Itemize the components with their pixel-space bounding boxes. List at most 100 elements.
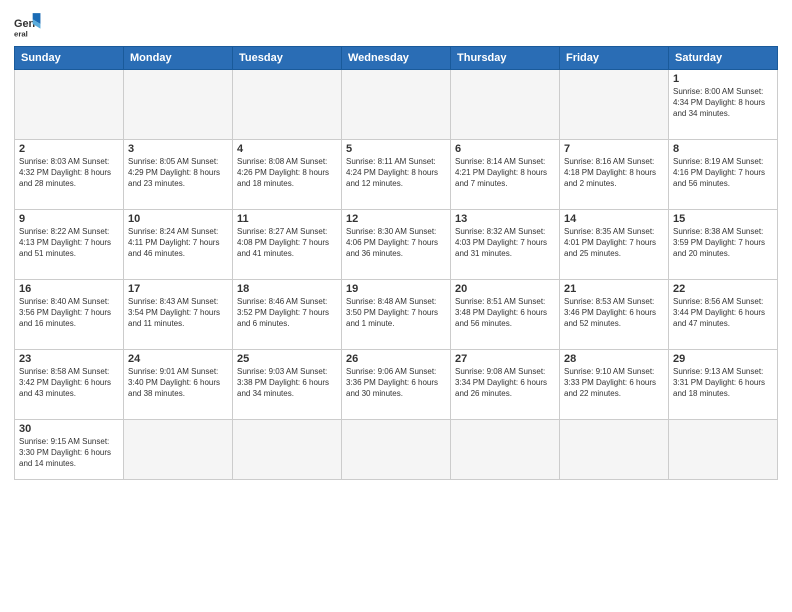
calendar-cell: 3 Sunrise: 8:05 AM Sunset: 4:29 PM Daylig… — [124, 140, 233, 210]
calendar-cell: 25Sunrise: 9:03 AM Sunset: 3:38 PM Dayli… — [233, 350, 342, 420]
col-header-thursday: Thursday — [451, 47, 560, 70]
calendar-cell: 24Sunrise: 9:01 AM Sunset: 3:40 PM Dayli… — [124, 350, 233, 420]
day-number: 18 — [237, 283, 337, 295]
calendar-cell: 20Sunrise: 8:51 AM Sunset: 3:48 PM Dayli… — [451, 280, 560, 350]
day-number: 12 — [346, 213, 446, 225]
calendar-table: SundayMondayTuesdayWednesdayThursdayFrid… — [14, 46, 778, 480]
header: Gen eral — [14, 10, 778, 38]
day-number: 5 — [346, 143, 446, 155]
day-number: 13 — [455, 213, 555, 225]
day-info: Sunrise: 8:03 AM Sunset: 4:32 PM Dayligh… — [19, 157, 119, 189]
calendar-cell: 28 Sunrise: 9:10 AM Sunset: 3:33 PM Dayli… — [560, 350, 669, 420]
calendar-cell: 15 Sunrise: 8:38 AM Sunset: 3:59 PM Dayli… — [669, 210, 778, 280]
calendar-cell: 1 Sunrise: 8:00 AM Sunset: 4:34 PM Daylig… — [669, 70, 778, 140]
calendar-week-row: 9 Sunrise: 8:22 AM Sunset: 4:13 PM Daylig… — [15, 210, 778, 280]
calendar-cell: 18Sunrise: 8:46 AM Sunset: 3:52 PM Dayli… — [233, 280, 342, 350]
day-number: 22 — [673, 283, 773, 295]
calendar-week-row: 1 Sunrise: 8:00 AM Sunset: 4:34 PM Daylig… — [15, 70, 778, 140]
logo-icon: Gen eral — [14, 10, 42, 38]
day-info: Sunrise: 8:19 AM Sunset: 4:16 PM Dayligh… — [673, 157, 773, 189]
day-info: Sunrise: 8:48 AM Sunset: 3:50 PM Dayligh… — [346, 297, 446, 329]
calendar-week-row: 16 Sunrise: 8:40 AM Sunset: 3:56 PM Dayli… — [15, 280, 778, 350]
calendar-cell — [560, 420, 669, 480]
logo: Gen eral — [14, 10, 46, 38]
day-number: 16 — [19, 283, 119, 295]
svg-text:eral: eral — [14, 29, 28, 38]
col-header-saturday: Saturday — [669, 47, 778, 70]
day-number: 2 — [19, 143, 119, 155]
calendar-cell: 22Sunrise: 8:56 AM Sunset: 3:44 PM Dayli… — [669, 280, 778, 350]
calendar-cell — [342, 420, 451, 480]
day-number: 24 — [128, 353, 228, 365]
calendar-cell: 9 Sunrise: 8:22 AM Sunset: 4:13 PM Daylig… — [15, 210, 124, 280]
calendar-cell — [15, 70, 124, 140]
calendar-cell: 16 Sunrise: 8:40 AM Sunset: 3:56 PM Dayli… — [15, 280, 124, 350]
day-info: Sunrise: 9:13 AM Sunset: 3:31 PM Dayligh… — [673, 367, 773, 399]
day-info: Sunrise: 8:05 AM Sunset: 4:29 PM Dayligh… — [128, 157, 228, 189]
col-header-sunday: Sunday — [15, 47, 124, 70]
day-number: 26 — [346, 353, 446, 365]
calendar-cell: 12 Sunrise: 8:30 AM Sunset: 4:06 PM Dayli… — [342, 210, 451, 280]
day-info: Sunrise: 8:14 AM Sunset: 4:21 PM Dayligh… — [455, 157, 555, 189]
day-number: 7 — [564, 143, 664, 155]
day-info: Sunrise: 8:38 AM Sunset: 3:59 PM Dayligh… — [673, 227, 773, 259]
day-number: 15 — [673, 213, 773, 225]
day-number: 28 — [564, 353, 664, 365]
calendar-cell: 11 Sunrise: 8:27 AM Sunset: 4:08 PM Dayli… — [233, 210, 342, 280]
calendar-cell: 26 Sunrise: 9:06 AM Sunset: 3:36 PM Dayli… — [342, 350, 451, 420]
calendar-cell — [124, 70, 233, 140]
day-number: 19 — [346, 283, 446, 295]
day-number: 10 — [128, 213, 228, 225]
day-number: 27 — [455, 353, 555, 365]
day-info: Sunrise: 8:58 AM Sunset: 3:42 PM Dayligh… — [19, 367, 119, 399]
day-number: 9 — [19, 213, 119, 225]
calendar-cell: 2 Sunrise: 8:03 AM Sunset: 4:32 PM Daylig… — [15, 140, 124, 210]
day-info: Sunrise: 9:10 AM Sunset: 3:33 PM Dayligh… — [564, 367, 664, 399]
day-number: 23 — [19, 353, 119, 365]
calendar-cell: 30Sunrise: 9:15 AM Sunset: 3:30 PM Dayli… — [15, 420, 124, 480]
day-number: 6 — [455, 143, 555, 155]
calendar-week-row: 2 Sunrise: 8:03 AM Sunset: 4:32 PM Daylig… — [15, 140, 778, 210]
calendar-cell — [233, 420, 342, 480]
calendar-cell: 14 Sunrise: 8:35 AM Sunset: 4:01 PM Dayli… — [560, 210, 669, 280]
day-number: 11 — [237, 213, 337, 225]
calendar-cell: 10 Sunrise: 8:24 AM Sunset: 4:11 PM Dayli… — [124, 210, 233, 280]
day-info: Sunrise: 8:40 AM Sunset: 3:56 PM Dayligh… — [19, 297, 119, 329]
svg-text:Gen: Gen — [14, 18, 35, 30]
day-info: Sunrise: 8:43 AM Sunset: 3:54 PM Dayligh… — [128, 297, 228, 329]
col-header-wednesday: Wednesday — [342, 47, 451, 70]
day-info: Sunrise: 8:22 AM Sunset: 4:13 PM Dayligh… — [19, 227, 119, 259]
day-number: 8 — [673, 143, 773, 155]
day-info: Sunrise: 8:27 AM Sunset: 4:08 PM Dayligh… — [237, 227, 337, 259]
calendar-cell: 13Sunrise: 8:32 AM Sunset: 4:03 PM Dayli… — [451, 210, 560, 280]
calendar-cell — [669, 420, 778, 480]
calendar-week-row: 30Sunrise: 9:15 AM Sunset: 3:30 PM Dayli… — [15, 420, 778, 480]
day-number: 29 — [673, 353, 773, 365]
day-info: Sunrise: 8:11 AM Sunset: 4:24 PM Dayligh… — [346, 157, 446, 189]
day-number: 1 — [673, 73, 773, 85]
day-info: Sunrise: 8:35 AM Sunset: 4:01 PM Dayligh… — [564, 227, 664, 259]
calendar-week-row: 23 Sunrise: 8:58 AM Sunset: 3:42 PM Dayli… — [15, 350, 778, 420]
calendar-header-row: SundayMondayTuesdayWednesdayThursdayFrid… — [15, 47, 778, 70]
page: Gen eral SundayMondayTuesdayWednesdayThu… — [0, 0, 792, 612]
day-info: Sunrise: 8:24 AM Sunset: 4:11 PM Dayligh… — [128, 227, 228, 259]
calendar-cell: 29 Sunrise: 9:13 AM Sunset: 3:31 PM Dayli… — [669, 350, 778, 420]
calendar-cell: 7Sunrise: 8:16 AM Sunset: 4:18 PM Daylig… — [560, 140, 669, 210]
calendar-cell: 17 Sunrise: 8:43 AM Sunset: 3:54 PM Dayli… — [124, 280, 233, 350]
calendar-cell — [451, 420, 560, 480]
day-info: Sunrise: 8:00 AM Sunset: 4:34 PM Dayligh… — [673, 87, 773, 119]
day-info: Sunrise: 8:30 AM Sunset: 4:06 PM Dayligh… — [346, 227, 446, 259]
day-info: Sunrise: 9:08 AM Sunset: 3:34 PM Dayligh… — [455, 367, 555, 399]
day-info: Sunrise: 8:53 AM Sunset: 3:46 PM Dayligh… — [564, 297, 664, 329]
day-info: Sunrise: 9:15 AM Sunset: 3:30 PM Dayligh… — [19, 437, 119, 469]
calendar-cell: 19 Sunrise: 8:48 AM Sunset: 3:50 PM Dayli… — [342, 280, 451, 350]
day-number: 14 — [564, 213, 664, 225]
day-number: 3 — [128, 143, 228, 155]
day-number: 17 — [128, 283, 228, 295]
day-info: Sunrise: 9:06 AM Sunset: 3:36 PM Dayligh… — [346, 367, 446, 399]
calendar-cell: 8 Sunrise: 8:19 AM Sunset: 4:16 PM Daylig… — [669, 140, 778, 210]
calendar-cell — [124, 420, 233, 480]
day-number: 25 — [237, 353, 337, 365]
col-header-tuesday: Tuesday — [233, 47, 342, 70]
day-info: Sunrise: 8:51 AM Sunset: 3:48 PM Dayligh… — [455, 297, 555, 329]
